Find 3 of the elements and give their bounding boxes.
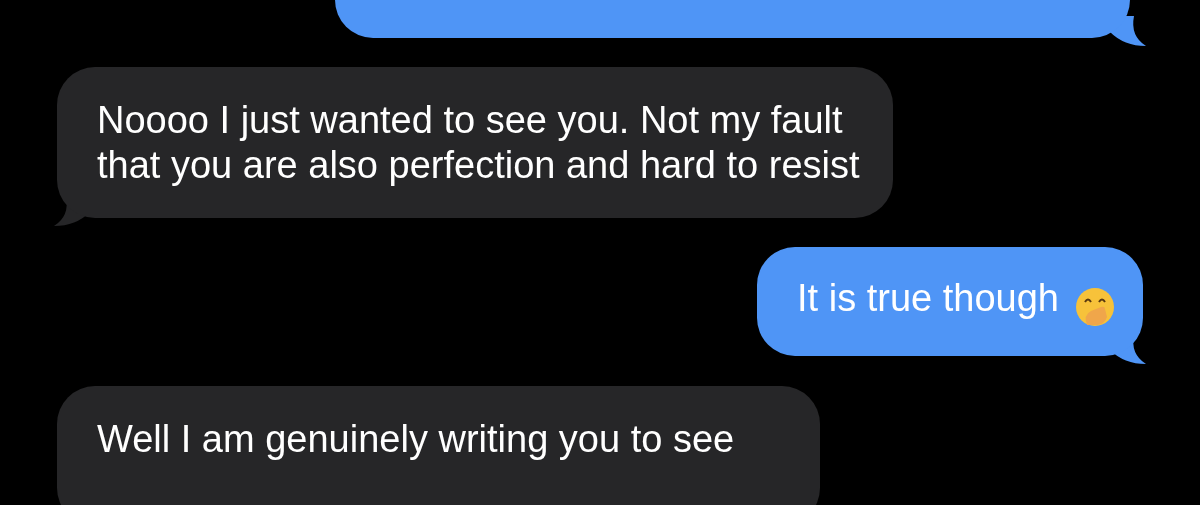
message-text: It is true though [797,277,1059,319]
message-text: Noooo I just wanted to see you. Not my fault that you are also perfection and hard to resist [97,99,860,186]
message-text: Well I am genuinely writing you to see [97,417,735,460]
